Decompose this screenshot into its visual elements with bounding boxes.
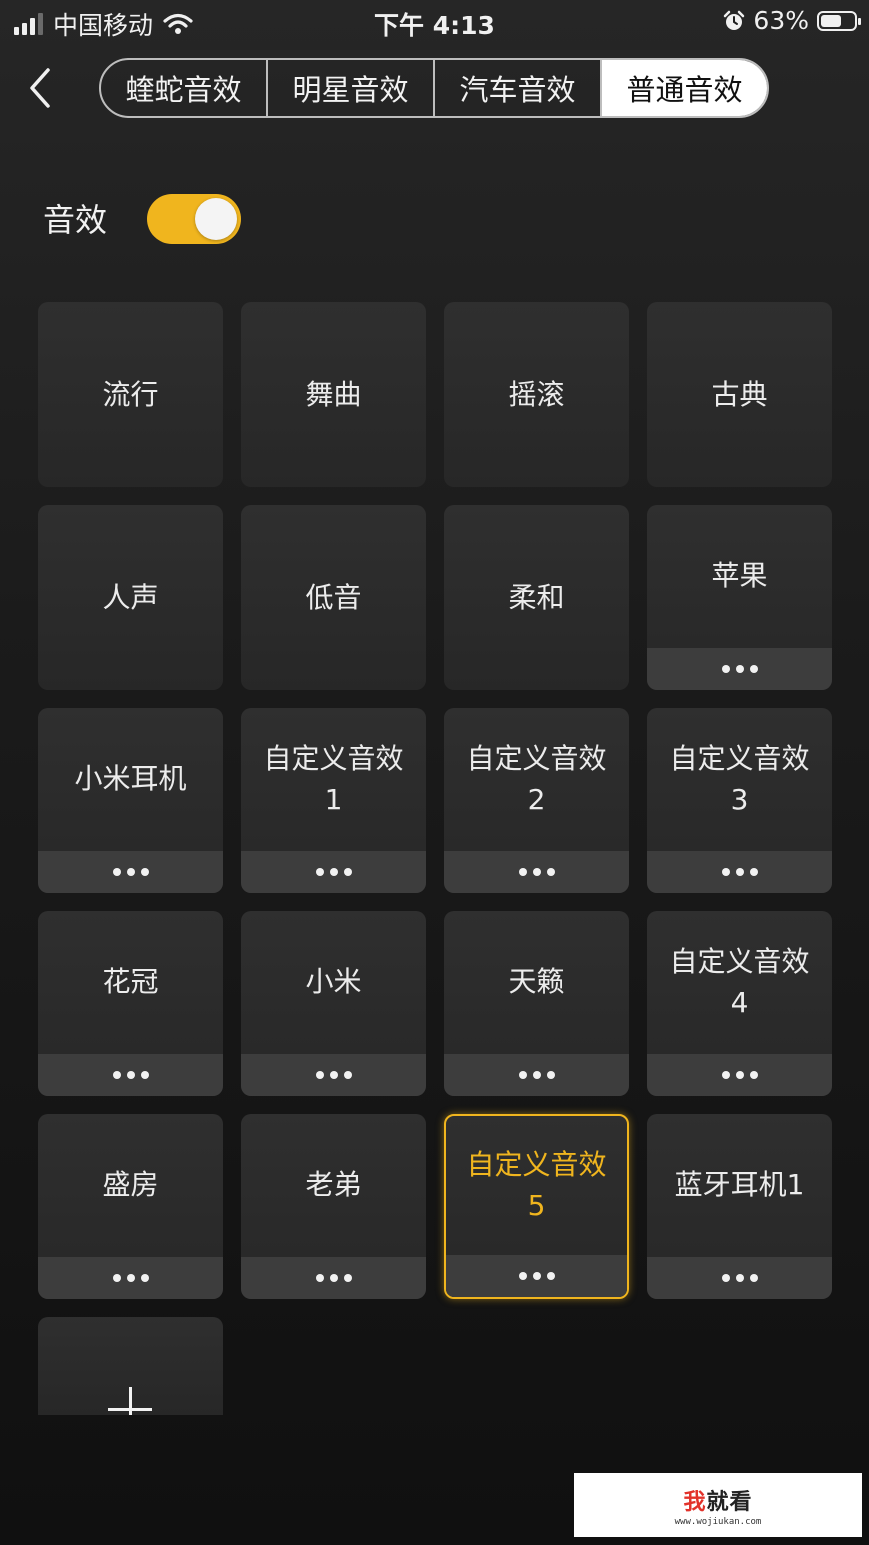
add-preset-button[interactable]: [38, 1317, 223, 1415]
preset-label: 小米: [305, 965, 362, 998]
preset-card[interactable]: 流行: [38, 302, 223, 487]
preset-label: 舞曲: [305, 378, 362, 411]
more-options-icon[interactable]: [241, 851, 426, 893]
preset-card[interactable]: 低音: [241, 505, 426, 690]
preset-label: 花冠: [102, 965, 159, 998]
more-options-icon[interactable]: [38, 1054, 223, 1096]
sound-effect-toggle[interactable]: [147, 194, 241, 244]
preset-grid: 流行 舞曲 摇滚 古典人声 低音 柔和 苹果小米耳机 自定义音效 1 自定义音效 2 自定义音效 …: [38, 302, 832, 1502]
preset-card[interactable]: 小米耳机: [38, 708, 223, 893]
watermark: 我就看 www.wojiukan.com: [574, 1473, 862, 1537]
tab-1[interactable]: 明星音效: [268, 60, 435, 116]
preset-card[interactable]: 花冠: [38, 911, 223, 1096]
watermark-url: www.wojiukan.com: [674, 1516, 762, 1527]
more-options-icon[interactable]: [647, 1257, 832, 1299]
preset-card[interactable]: 自定义音效 2: [444, 708, 629, 893]
sound-effect-label: 音效: [43, 201, 108, 239]
preset-card[interactable]: 古典: [647, 302, 832, 487]
preset-card[interactable]: 舞曲: [241, 302, 426, 487]
preset-label: 老弟: [305, 1168, 362, 1201]
status-bar: 中国移动 下午 4:13 63%: [0, 0, 869, 44]
tab-0[interactable]: 蝰蛇音效: [101, 60, 268, 116]
preset-card[interactable]: 小米: [241, 911, 426, 1096]
screen: 中国移动 下午 4:13 63% 蝰蛇音效明星音效汽车音效普通音效 音效: [0, 0, 869, 1545]
back-arrow-icon[interactable]: [22, 64, 62, 112]
status-right: 63%: [723, 6, 861, 35]
watermark-logo: 我就看: [683, 1489, 753, 1515]
more-options-icon[interactable]: [38, 851, 223, 893]
tab-3[interactable]: 普通音效: [602, 60, 767, 116]
more-options-icon[interactable]: [444, 1054, 629, 1096]
more-options-icon[interactable]: [647, 1054, 832, 1096]
preset-card[interactable]: 天籁: [444, 911, 629, 1096]
preset-label: 柔和: [508, 581, 565, 614]
preset-card[interactable]: 盛房: [38, 1114, 223, 1299]
more-options-icon[interactable]: [241, 1257, 426, 1299]
preset-card[interactable]: 人声: [38, 505, 223, 690]
preset-label: 低音: [305, 581, 362, 614]
toggle-knob: [195, 198, 237, 240]
preset-card[interactable]: 苹果: [647, 505, 832, 690]
preset-card[interactable]: 自定义音效 4: [647, 911, 832, 1096]
alarm-icon: [724, 10, 745, 30]
preset-card[interactable]: 摇滚: [444, 302, 629, 487]
battery-percent: 63%: [753, 6, 809, 35]
preset-label: 自定义音效 5: [466, 1147, 607, 1222]
more-options-icon[interactable]: [446, 1255, 627, 1297]
preset-label: 小米耳机: [74, 762, 187, 795]
effect-category-tabs: 蝰蛇音效 明星音效 汽车音效 普通音效: [99, 58, 769, 118]
preset-card[interactable]: 自定义音效 3: [647, 708, 832, 893]
preset-label: 摇滚: [508, 378, 565, 411]
preset-label: 自定义音效 1: [263, 741, 404, 816]
preset-label: 自定义音效 3: [669, 741, 810, 816]
preset-label: 人声: [102, 581, 159, 614]
more-options-icon[interactable]: [444, 851, 629, 893]
preset-label: 蓝牙耳机1: [674, 1168, 805, 1201]
preset-label: 自定义音效 4: [669, 944, 810, 1019]
preset-label: 天籁: [508, 965, 565, 998]
preset-label: 流行: [102, 378, 159, 411]
preset-label: 古典: [711, 378, 768, 411]
more-options-icon[interactable]: [647, 648, 832, 690]
plus-icon: [108, 1387, 152, 1415]
tab-2[interactable]: 汽车音效: [435, 60, 602, 116]
more-options-icon[interactable]: [647, 851, 832, 893]
more-options-icon[interactable]: [241, 1054, 426, 1096]
preset-card[interactable]: 自定义音效 5: [444, 1114, 629, 1299]
preset-card[interactable]: 蓝牙耳机1: [647, 1114, 832, 1299]
preset-card[interactable]: 老弟: [241, 1114, 426, 1299]
preset-card[interactable]: 柔和: [444, 505, 629, 690]
preset-card[interactable]: 自定义音效 1: [241, 708, 426, 893]
preset-label: 盛房: [102, 1168, 159, 1201]
preset-label: 自定义音效 2: [466, 741, 607, 816]
more-options-icon[interactable]: [38, 1257, 223, 1299]
battery-icon: [817, 10, 861, 31]
preset-label: 苹果: [711, 559, 768, 592]
